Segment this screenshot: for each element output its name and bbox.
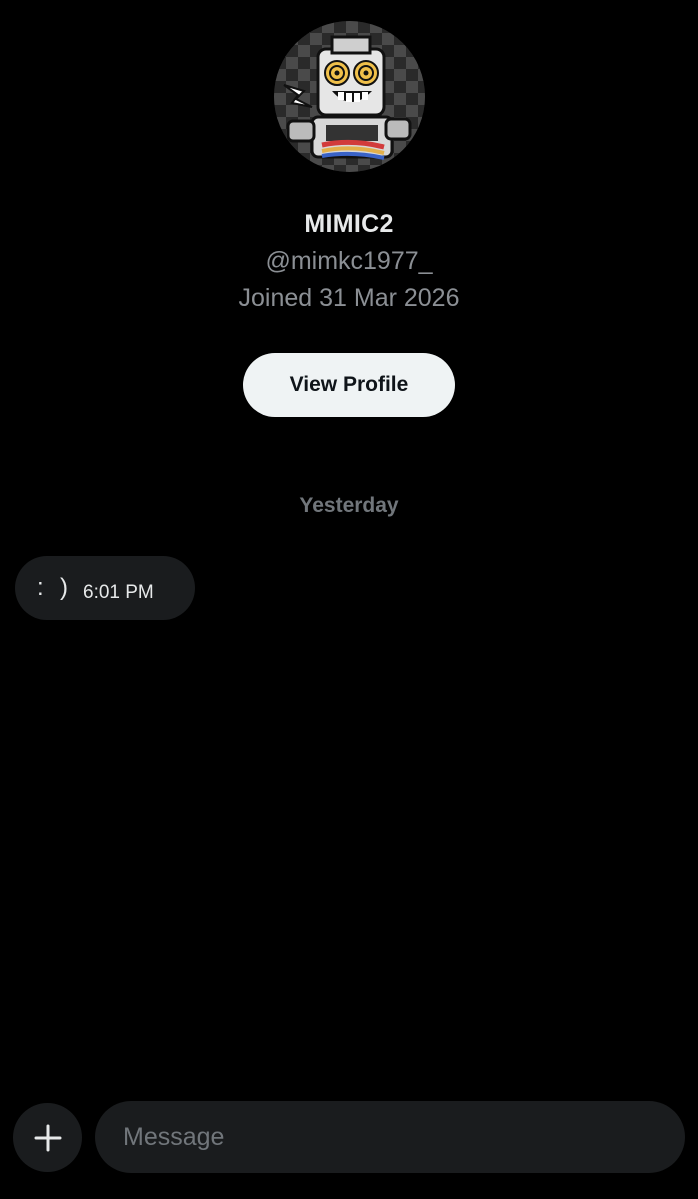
message-bubble[interactable]: : ) 6:01 PM [15, 556, 195, 620]
message-input[interactable] [121, 1121, 685, 1153]
profile-avatar[interactable] [274, 21, 425, 172]
user-handle: @mimkc1977_ [265, 247, 433, 275]
date-separator: Yesterday [299, 494, 399, 517]
joined-date: Joined 31 Mar 2026 [238, 284, 460, 312]
message-timestamp: 6:01 PM [83, 582, 154, 603]
robot-avatar-icon [274, 21, 425, 172]
add-attachment-button[interactable] [13, 1103, 82, 1172]
plus-icon [34, 1124, 61, 1151]
display-name: MIMIC2 [304, 210, 394, 238]
view-profile-button[interactable]: View Profile [243, 353, 455, 417]
message-composer[interactable] [95, 1101, 685, 1173]
message-text: : ) [37, 574, 69, 601]
